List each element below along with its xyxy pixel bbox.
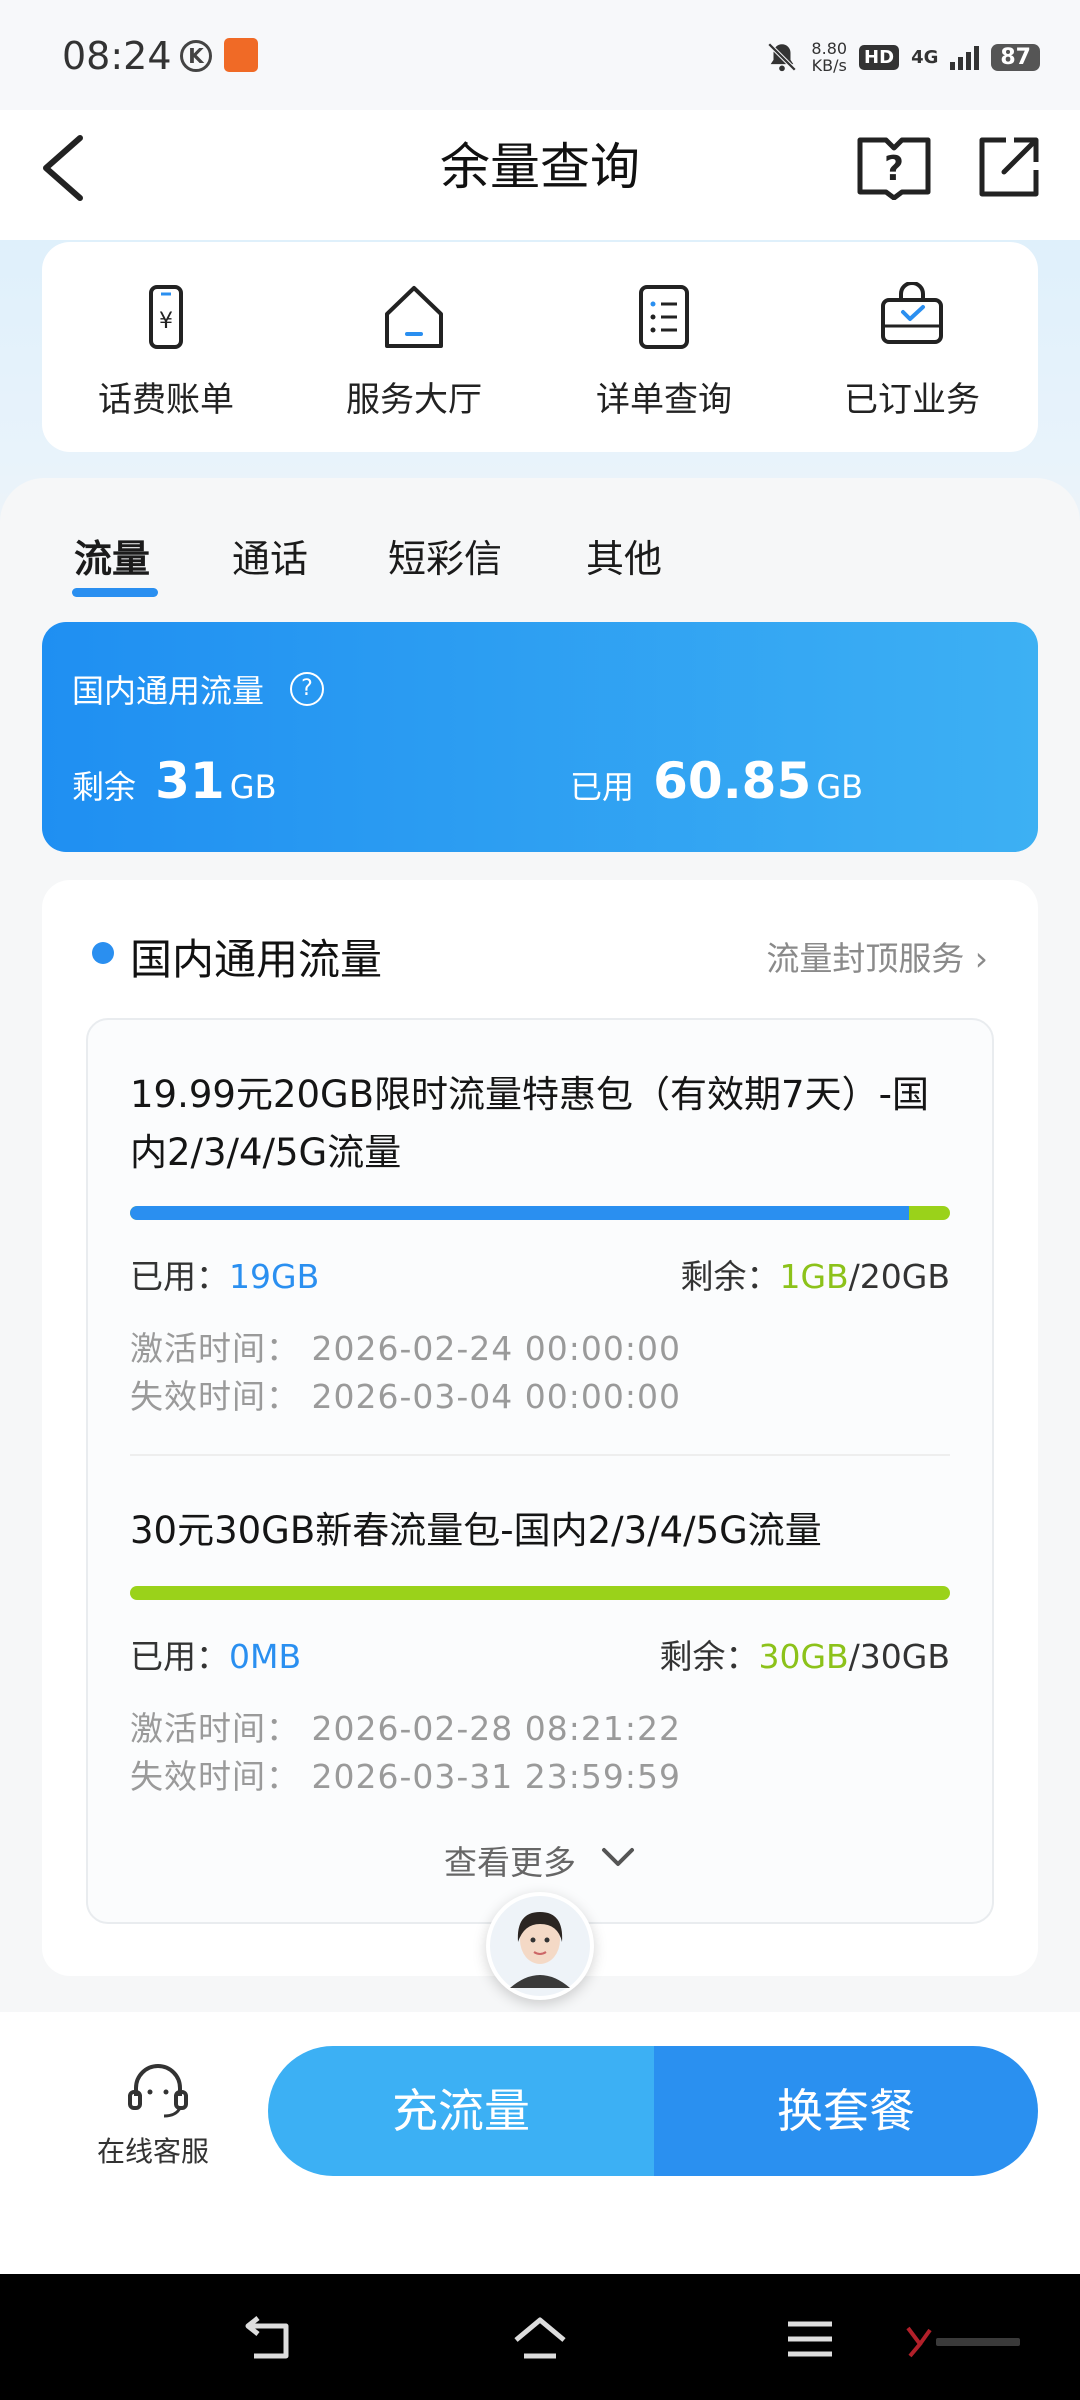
section-title: 国内通用流量 (130, 935, 383, 984)
help-button[interactable]: ? (856, 134, 932, 201)
chevron-left-icon (43, 135, 83, 201)
remaining-unit: GB (229, 768, 277, 806)
activate-time: 激活时间： 2026-02-28 08:21:22 (130, 1709, 681, 1748)
bag-check-icon (881, 281, 943, 344)
recharge-data-button[interactable]: 充流量 (268, 2046, 654, 2176)
activate-time: 激活时间： 2026-02-24 00:00:00 (130, 1329, 681, 1368)
house-icon (385, 286, 443, 348)
tab-other[interactable]: 其他 (586, 528, 662, 583)
tab-calls[interactable]: 通话 (232, 528, 308, 583)
used-value: 60.85 (653, 752, 812, 810)
customer-service-button[interactable]: 在线客服 (97, 2062, 218, 2170)
nav-home-icon[interactable] (510, 2312, 570, 2366)
divider (130, 1454, 950, 1456)
usage-progress-bar (130, 1206, 950, 1220)
remaining-label: 剩余 (72, 768, 137, 806)
person-avatar-icon (490, 1896, 590, 1996)
used-value: 0MB (229, 1637, 302, 1676)
usage-progress-fill (130, 1206, 909, 1220)
remaining-label: 剩余： (659, 1637, 759, 1676)
data-cap-service-link[interactable]: 流量封顶服务 › (766, 932, 988, 980)
view-more-button[interactable]: 查看更多 (444, 1836, 576, 1884)
assistant-avatar[interactable] (486, 1892, 594, 2000)
network-type: 4G (911, 46, 939, 68)
quick-action-label: 话费账单 (98, 380, 234, 420)
remaining-value: 1GB (779, 1257, 849, 1296)
svg-text:¥: ¥ (159, 309, 173, 334)
k-badge-icon: K (180, 40, 212, 72)
package-used: 已用：19GB (130, 1250, 319, 1298)
quick-action-detail[interactable]: 详单查询 (554, 282, 774, 421)
tab-data[interactable]: 流量 (74, 528, 150, 583)
customer-service-label: 在线客服 (96, 2135, 209, 2168)
tab-sms[interactable]: 短彩信 (388, 528, 502, 583)
package-remaining: 剩余：30GB/30GB (659, 1630, 950, 1678)
tab-active-indicator (72, 588, 158, 597)
total-value: /30GB (848, 1637, 950, 1676)
summary-title: 国内通用流量 (72, 672, 265, 710)
used-unit: GB (816, 768, 864, 806)
package-remaining: 剩余：1GB/20GB (680, 1250, 950, 1298)
package-name: 30元30GB新春流量包-国内2/3/4/5G流量 (130, 1509, 822, 1552)
question-circle-icon[interactable]: ? (290, 672, 324, 706)
nav-menu-icon[interactable] (780, 2312, 840, 2366)
list-document-icon (639, 285, 689, 349)
speed-unit: KB/s (811, 56, 847, 75)
svg-text:?: ? (884, 149, 904, 189)
back-button[interactable] (38, 128, 98, 208)
quick-action-label: 详单查询 (596, 380, 732, 420)
change-plan-button[interactable]: 换套餐 (654, 2046, 1038, 2176)
share-button[interactable] (976, 134, 1042, 200)
quick-action-bill[interactable]: ¥ 话费账单 (56, 282, 276, 421)
used-label: 已用： (130, 1257, 229, 1296)
signal-icon (950, 44, 980, 70)
hd-badge: HD (859, 44, 900, 70)
quick-action-subscribed[interactable]: 已订业务 (802, 281, 1022, 421)
status-indicators: 8.80 KB/s HD 4G 87 (765, 40, 1040, 74)
headset-icon (128, 2064, 188, 2118)
network-speed: 8.80 KB/s (811, 40, 847, 74)
app-notification-icon (224, 38, 258, 72)
used-label: 已用： (130, 1637, 229, 1676)
package-used: 已用：0MB (130, 1630, 301, 1678)
remaining-value: 31 (155, 752, 225, 810)
share-external-icon (979, 137, 1039, 197)
chevron-down-icon[interactable] (598, 1838, 638, 1878)
watermark-logo-icon (906, 2326, 1020, 2358)
package-name: 19.99元20GB限时流量特惠包（有效期7天）-国内2/3/4/5G流量 (130, 1073, 929, 1174)
summary-remaining: 剩余 31 GB (72, 752, 277, 810)
expire-time: 失效时间： 2026-03-31 23:59:59 (130, 1757, 681, 1796)
quick-action-label: 服务大厅 (346, 380, 482, 420)
total-value: /20GB (848, 1257, 950, 1296)
data-summary-card (42, 622, 1038, 852)
nav-back-icon[interactable] (240, 2312, 300, 2366)
bill-phone-icon: ¥ (149, 285, 183, 349)
expire-time: 失效时间： 2026-03-04 00:00:00 (130, 1377, 681, 1416)
used-value: 19GB (229, 1257, 320, 1296)
quick-action-service-hall[interactable]: 服务大厅 (304, 282, 524, 421)
page-title: 余量查询 (440, 138, 640, 196)
section-dot-icon (92, 942, 114, 964)
summary-used: 已用 60.85 GB (570, 752, 863, 810)
battery-indicator: 87 (991, 43, 1040, 71)
mute-bell-icon (768, 42, 797, 72)
used-label: 已用 (570, 768, 635, 806)
remaining-label: 剩余： (680, 1257, 780, 1296)
help-book-icon: ? (857, 137, 931, 201)
usage-progress-bar (130, 1586, 950, 1600)
remaining-value: 30GB (758, 1637, 849, 1676)
speed-value: 8.80 (811, 39, 848, 58)
quick-action-label: 已订业务 (844, 380, 980, 420)
status-time: 08:24 (62, 34, 172, 78)
